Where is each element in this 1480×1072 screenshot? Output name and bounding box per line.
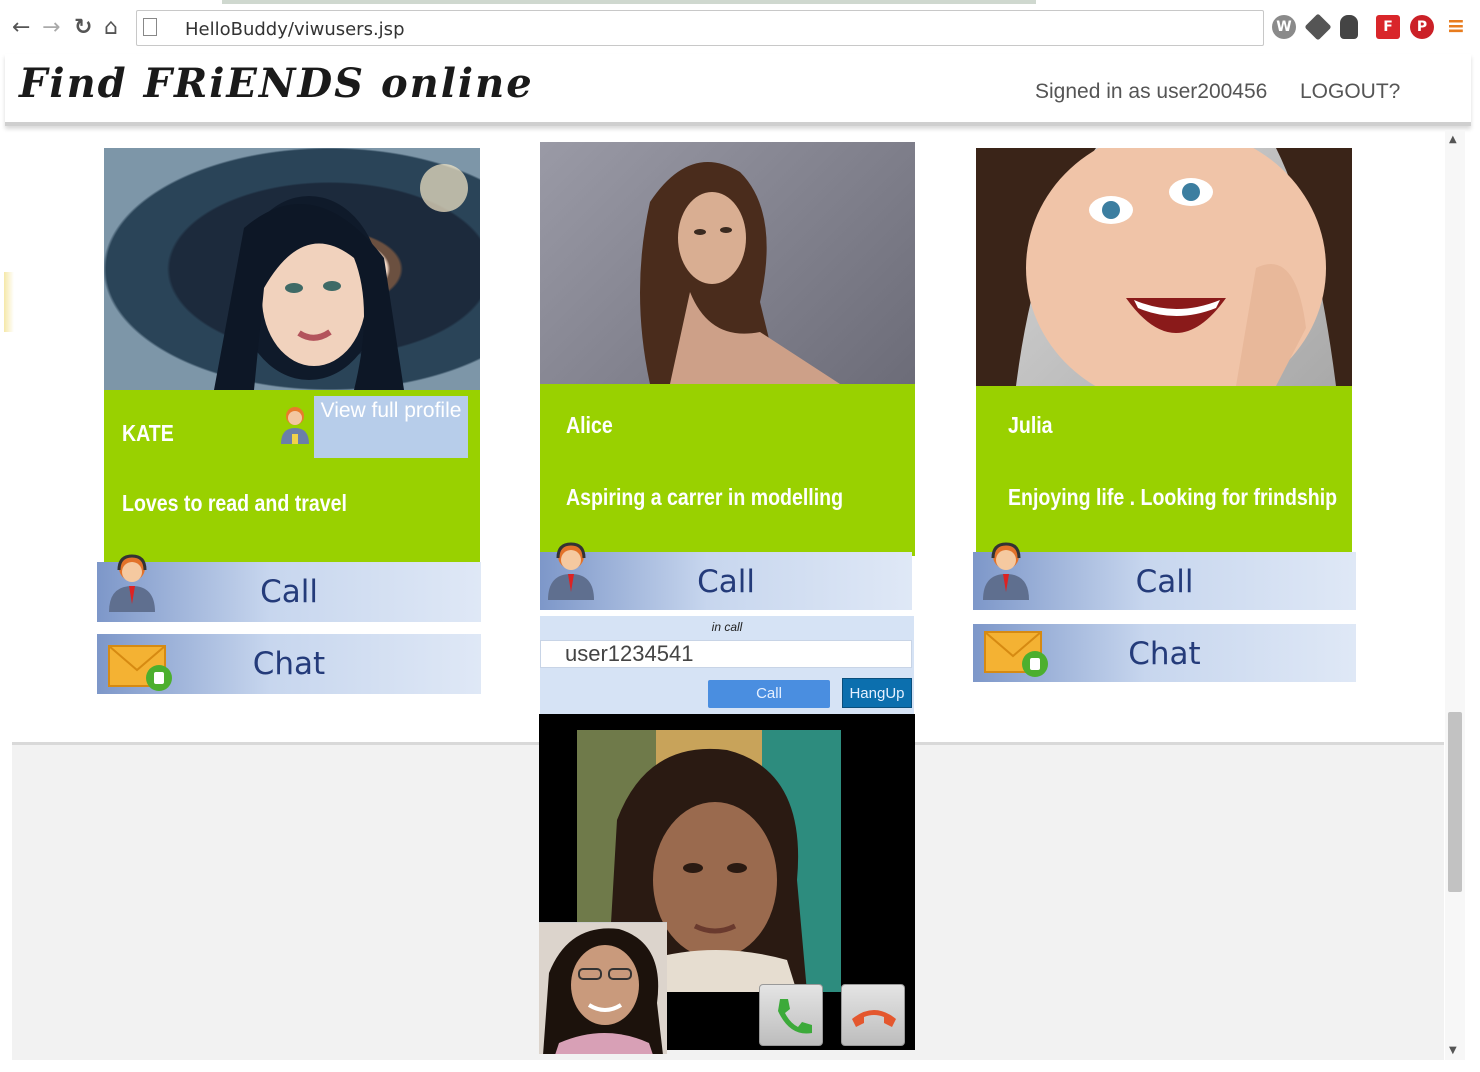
back-arrow-icon[interactable]: ← — [12, 14, 30, 42]
view-full-profile-button[interactable]: View full profile — [314, 396, 468, 458]
scroll-up-icon[interactable]: ▲ — [1449, 134, 1457, 145]
local-video — [539, 922, 667, 1054]
alice-tagline: Aspiring a carrer in modelling — [566, 484, 844, 510]
call-status: in call — [711, 620, 743, 634]
page-icon — [143, 18, 157, 36]
kate-call-label: Call — [260, 574, 318, 610]
alice-info-panel: Alice Aspiring a carrer in modelling — [540, 384, 915, 556]
signed-in-status: Signed in as user200456 — [1035, 80, 1268, 103]
julia-tagline: Enjoying life . Looking for frindship — [1008, 484, 1338, 510]
kate-portrait — [214, 164, 468, 390]
julia-call-label: Call — [1135, 564, 1194, 600]
browser-toolbar: ← → ↻ ⌂ HelloBuddy/viwusers.jsp W F P ≡ — [0, 0, 1480, 54]
call-dropdown-button[interactable]: Call — [708, 680, 830, 708]
menu-icon[interactable]: ≡ — [1444, 15, 1468, 39]
kate-photo[interactable] — [104, 148, 480, 390]
call-widget: in call user1234541 Call HangUp — [540, 616, 914, 714]
hangup-icon — [852, 1010, 896, 1027]
julia-name: Julia — [1008, 412, 1053, 438]
kate-name: KATE — [122, 420, 174, 446]
local-caller-image — [543, 928, 663, 1054]
kate-call-button[interactable]: Call — [97, 554, 481, 622]
alice-portrait — [640, 162, 840, 384]
kate-chat-button[interactable]: Chat — [97, 634, 481, 694]
julia-chat-label: Chat — [1128, 636, 1201, 672]
video-call-panel — [539, 714, 915, 1054]
kate-chat-label: Chat — [252, 646, 326, 682]
julia-call-button[interactable]: Call — [973, 542, 1356, 610]
profile-user-icon — [281, 407, 309, 444]
alice-photo[interactable] — [540, 142, 915, 384]
app-header: Find FRiENDS online Signed in as user200… — [5, 54, 1471, 126]
pinterest-extension-icon[interactable]: P — [1410, 15, 1434, 39]
wordpress-extension-icon[interactable]: W — [1272, 15, 1296, 39]
page-scrollbar[interactable]: ▲ ▼ — [1445, 130, 1465, 1060]
julia-info-panel: Julia Enjoying life . Looking for frinds… — [976, 386, 1352, 556]
julia-chat-button[interactable]: Chat — [973, 624, 1356, 682]
scroll-down-icon[interactable]: ▼ — [1449, 1045, 1457, 1056]
flipboard-extension-icon[interactable]: F — [1376, 15, 1400, 39]
julia-portrait — [976, 148, 1352, 386]
forward-arrow-icon[interactable]: → — [42, 14, 60, 42]
tab-strip-edge — [0, 0, 1480, 4]
alice-call-button[interactable]: Call — [540, 542, 912, 610]
extension-hand-icon[interactable] — [1340, 15, 1358, 39]
phone-icon — [778, 999, 812, 1034]
answer-call-button[interactable] — [759, 984, 823, 1046]
alice-name: Alice — [566, 412, 613, 438]
alice-call-label: Call — [697, 564, 755, 600]
url-text: HelloBuddy/viwusers.jsp — [185, 19, 405, 40]
extension-diamond-icon[interactable] — [1304, 13, 1332, 41]
call-user-field[interactable]: user1234541 — [540, 640, 912, 668]
kate-tagline: Loves to read and travel — [122, 490, 347, 516]
julia-photo[interactable] — [976, 148, 1352, 386]
site-logo[interactable]: Find FRiENDS online — [19, 60, 534, 107]
logout-link[interactable]: LOGOUT? — [1300, 80, 1400, 104]
scroll-thumb[interactable] — [1448, 712, 1462, 892]
end-call-button[interactable] — [841, 984, 905, 1046]
hangup-button[interactable]: HangUp — [842, 678, 912, 708]
kate-info-panel: KATE Loves to read and travel View full … — [104, 390, 480, 562]
home-icon[interactable]: ⌂ — [104, 14, 118, 42]
reload-icon[interactable]: ↻ — [74, 14, 92, 42]
address-bar[interactable]: HelloBuddy/viwusers.jsp — [136, 10, 1264, 46]
